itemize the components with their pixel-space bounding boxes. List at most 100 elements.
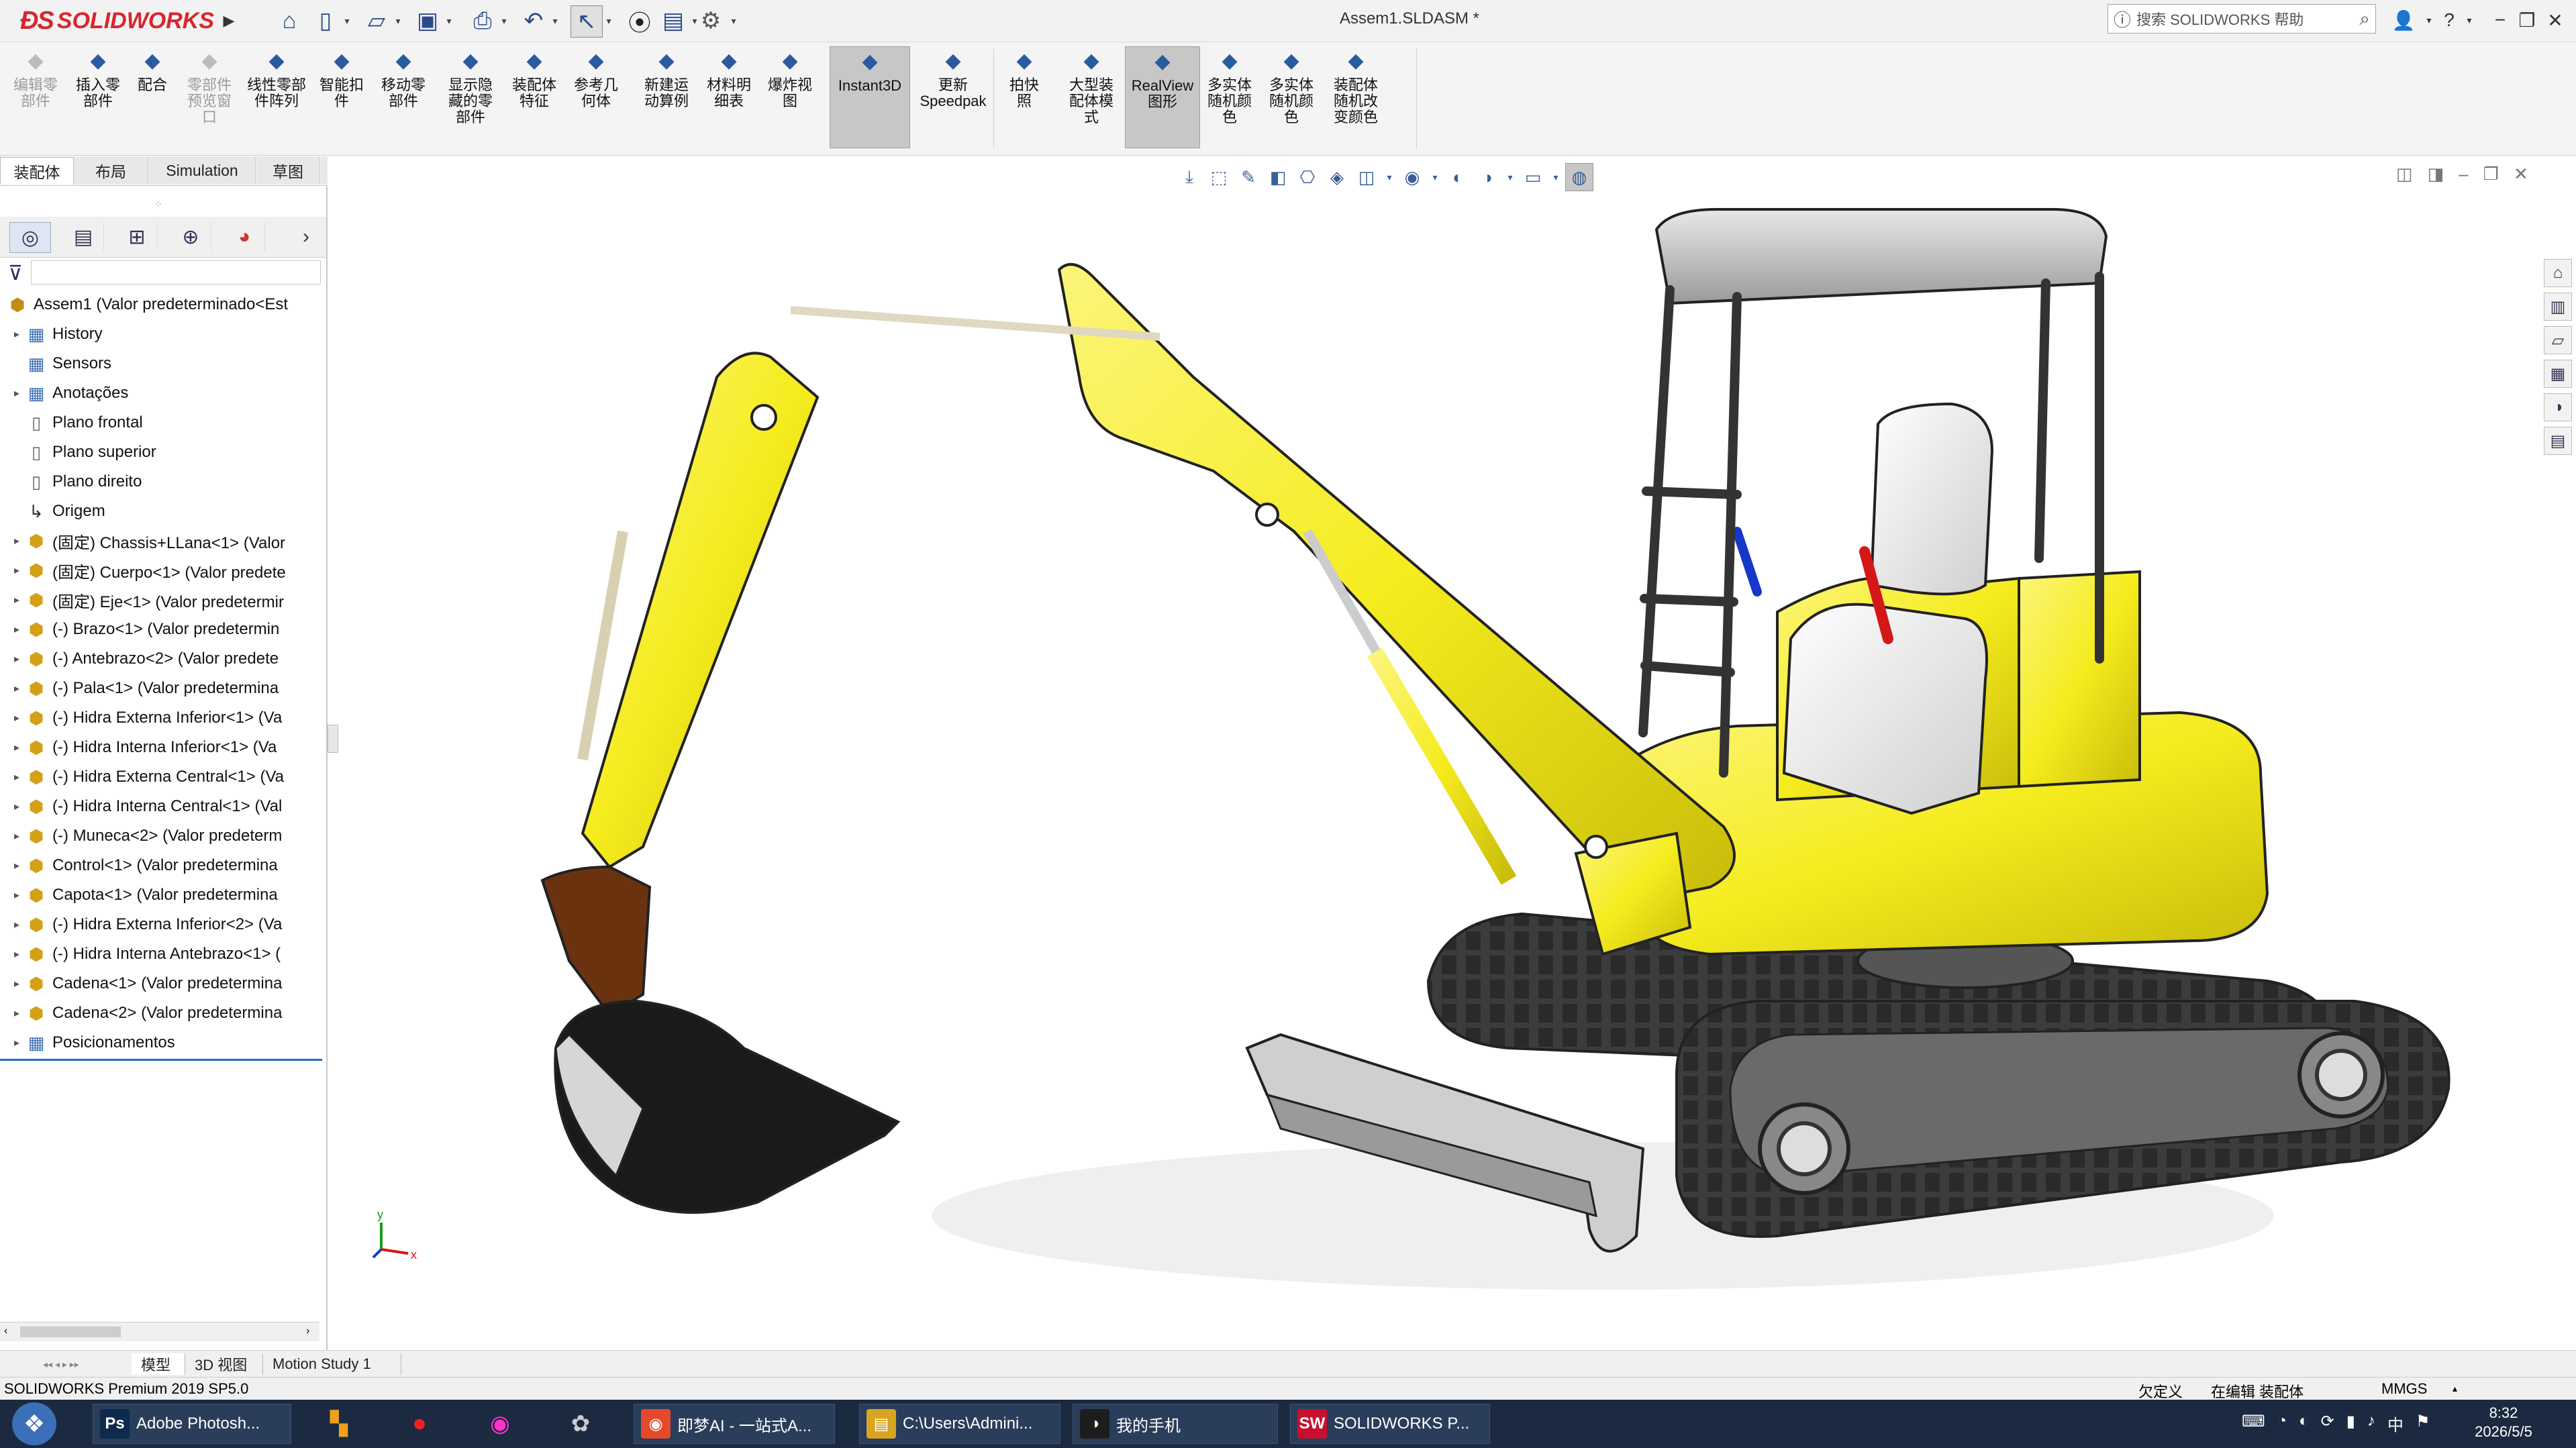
save-icon[interactable]: ▣ (412, 5, 443, 36)
hide-show-items-icon[interactable]: ◉ (1399, 164, 1426, 191)
taskbar-pinwheel-icon[interactable]: ✿ (550, 1404, 611, 1444)
taskbar-item-0[interactable]: Ps Adobe Photosh... (93, 1404, 291, 1444)
taskbar-browser-icon[interactable]: ◉ (470, 1404, 530, 1444)
tree-item[interactable]: ▸ ⬢ (-) Hidra Externa Inferior<2> (Va (0, 910, 326, 939)
previous-view-icon[interactable]: ✎ (1235, 164, 1262, 191)
ribbon-button-18[interactable]: ◆ 多实体 随机颜 色 (1203, 48, 1256, 125)
custom-properties-icon[interactable]: ▤ (2544, 427, 2572, 455)
search-icon[interactable]: ⌕ (2359, 8, 2370, 30)
ribbon-button-4[interactable]: ◆ 线性零部 件阵列 (239, 48, 314, 109)
tree-item[interactable]: ▸ ⬢ Capota<1> (Valor predetermina (0, 880, 326, 910)
zoom-to-area-icon[interactable]: ⬚ (1205, 164, 1232, 191)
ribbon-button-1[interactable]: ◆ 插入零 部件 (71, 48, 125, 109)
graphics-viewport[interactable]: y x (328, 156, 2576, 1350)
expand-arrow-icon[interactable]: ▸ (9, 652, 24, 666)
restore-icon[interactable]: ❐ (2483, 164, 2499, 185)
tree-item[interactable]: ▸ ⬢ Cadena<2> (Valor predetermina (0, 998, 326, 1028)
ribbon-button-19[interactable]: ◆ 多实体 随机颜 色 (1265, 48, 1318, 125)
tray-sync-icon[interactable]: ⟳ (2321, 1412, 2334, 1435)
edit-appearance-icon[interactable]: ◐ (1444, 164, 1471, 191)
chevron-down-icon[interactable]: ▾ (728, 5, 740, 36)
help-search-input[interactable]: ⓘ 搜索 SOLIDWORKS 帮助 ⌕ (2108, 4, 2376, 34)
tree-item[interactable]: ▸ ⬢ (-) Antebrazo<2> (Valor predete (0, 644, 326, 674)
menu-expand-icon[interactable]: ▶ (213, 5, 244, 36)
tree-item[interactable]: ▯ Plano direito (0, 467, 326, 497)
expand-arrow-icon[interactable]: ▸ (9, 682, 24, 695)
chevron-down-icon[interactable]: ▾ (341, 5, 353, 36)
tree-item[interactable]: ▸ ⬢ (-) Muneca<2> (Valor predeterm (0, 821, 326, 851)
minimize-icon[interactable]: – (2459, 164, 2468, 185)
tray-flag-icon[interactable]: ⚑ (2416, 1412, 2430, 1435)
tree-item[interactable]: ▸ ⬢ (-) Pala<1> (Valor predetermina (0, 674, 326, 703)
chevron-down-icon[interactable]: ▾ (2459, 4, 2479, 36)
print-icon[interactable]: ⎙ (467, 5, 498, 36)
tree-item[interactable]: ▸ ⬢ (-) Hidra Interna Inferior<1> (Va (0, 733, 326, 762)
dynamic-annotation-icon[interactable]: ⎔ (1294, 164, 1321, 191)
ribbon-button-15[interactable]: ◆ 拍快照 (1003, 48, 1046, 109)
ribbon-button-2[interactable]: ◆ 配合 (132, 48, 173, 93)
taskbar-item-1[interactable]: ◉ 即梦AI - 一站式A... (634, 1404, 835, 1444)
view-orientation-icon[interactable]: ◈ (1324, 164, 1350, 191)
tree-item[interactable]: ▸ ⬢ (固定) Eje<1> (Valor predetermir (0, 585, 326, 615)
expand-arrow-icon[interactable]: ▸ (9, 947, 24, 961)
filter-icon[interactable]: ⊽ (8, 262, 23, 285)
chevron-down-icon[interactable]: ▾ (1428, 164, 1442, 191)
tree-rollback-bar[interactable] (0, 1059, 322, 1061)
expand-arrow-icon[interactable]: ▸ (9, 386, 24, 400)
solidworks-logo[interactable]: ƉS SOLIDWORKS (20, 4, 214, 38)
expand-arrow-icon[interactable]: ▸ (9, 564, 24, 577)
start-button-icon[interactable]: ❖ (12, 1402, 56, 1445)
tab-command-3[interactable]: 草图 (256, 157, 320, 184)
expand-arrow-icon[interactable]: ▸ (9, 859, 24, 872)
chevron-down-icon[interactable]: ▾ (603, 5, 615, 36)
tray-keyboard-icon[interactable]: ⌨ (2242, 1412, 2265, 1435)
collapse-left-icon[interactable]: ◫ (2396, 164, 2413, 185)
realview-toggle-icon[interactable]: ◍ (1565, 163, 1593, 191)
tab-command-0[interactable]: 装配体 (0, 157, 74, 185)
expand-arrow-icon[interactable]: ▸ (9, 977, 24, 990)
tray-volume-icon[interactable]: ♪ (2367, 1412, 2375, 1435)
zoom-to-fit-icon[interactable]: ⤓ (1176, 164, 1203, 191)
tab-command-2[interactable]: Simulation (149, 157, 256, 184)
ribbon-button-20[interactable]: ◆ 装配体 随机改 变颜色 (1328, 48, 1384, 125)
tree-item[interactable]: ▸ ⬢ (固定) Cuerpo<1> (Valor predete (0, 556, 326, 585)
tab-view-1[interactable]: 3D 视图 (185, 1353, 263, 1375)
horizontal-scrollbar[interactable]: ‹ › (0, 1322, 319, 1341)
expand-arrow-icon[interactable]: ▸ (9, 770, 24, 784)
section-view-icon[interactable]: ◧ (1265, 164, 1291, 191)
expand-arrow-icon[interactable]: ▸ (9, 593, 24, 607)
tree-item[interactable]: ▸ ▦ Anotações (0, 378, 326, 408)
select-pointer-icon[interactable]: ↖ (571, 5, 603, 38)
scrollbar-thumb[interactable] (20, 1327, 121, 1337)
configuration-manager-tab-icon[interactable]: ⊞ (117, 222, 158, 252)
undo-icon[interactable]: ↶ (518, 5, 549, 36)
file-properties-icon[interactable]: ▤ (658, 5, 689, 36)
panel-splitter-icon[interactable]: ⁘ (154, 199, 162, 210)
home-icon[interactable]: ⌂ (274, 5, 305, 36)
taskbar-record-icon[interactable]: ⏺ (389, 1404, 450, 1444)
expand-arrow-icon[interactable]: ▸ (9, 327, 24, 341)
new-document-icon[interactable]: ▯ (310, 5, 341, 36)
tree-item[interactable]: ▯ Plano frontal (0, 408, 326, 437)
ribbon-button-11[interactable]: ◆ 材料明 细表 (703, 48, 754, 109)
tree-item[interactable]: ▸ ⬢ (固定) Chassis+LLana<1> (Valor (0, 526, 326, 556)
chevron-down-icon[interactable]: ▾ (549, 5, 561, 36)
tree-item[interactable]: ▸ ⬢ (-) Brazo<1> (Valor predetermin (0, 615, 326, 644)
apply-scene-icon[interactable]: ◑ (1474, 164, 1501, 191)
tree-item[interactable]: ▸ ⬢ Control<1> (Valor predetermina (0, 851, 326, 880)
chevron-down-icon[interactable]: ▾ (443, 5, 455, 36)
unit-system[interactable]: MMGS (2381, 1380, 2427, 1398)
ribbon-button-12[interactable]: ◆ 爆炸视 图 (765, 48, 815, 109)
ribbon-button-10[interactable]: ◆ 新建运 动算例 (638, 48, 695, 109)
ribbon-button-9[interactable]: ◆ 参考几 何体 (569, 48, 623, 109)
chevron-down-icon[interactable]: ▾ (1503, 164, 1517, 191)
tray-ime-icon[interactable]: 中 (2387, 1412, 2404, 1435)
tree-item[interactable]: ▸ ⬢ (-) Hidra Interna Antebrazo<1> ( (0, 939, 326, 969)
tree-item[interactable]: ↳ Origem (0, 497, 326, 526)
tree-item[interactable]: ▯ Plano superior (0, 437, 326, 467)
expand-arrow-icon[interactable]: ▸ (9, 918, 24, 931)
display-manager-tab-icon[interactable]: ◕ (224, 222, 265, 252)
expand-arrow-icon[interactable]: ▸ (9, 800, 24, 813)
open-icon[interactable]: ▱ (361, 5, 392, 36)
home-icon[interactable]: ⌂ (2544, 259, 2572, 287)
